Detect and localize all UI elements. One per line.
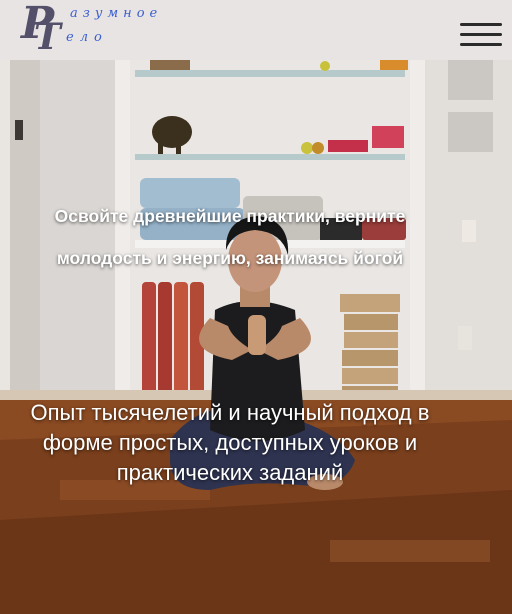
site-header: Р Т азумное ело	[0, 0, 512, 60]
hamburger-icon-line-2	[460, 33, 502, 36]
hamburger-icon-line-3	[460, 43, 502, 46]
logo-letter-t: Т	[34, 16, 61, 58]
hero-background-photo	[0, 60, 512, 614]
menu-button[interactable]	[460, 23, 502, 51]
hamburger-icon	[460, 23, 502, 26]
hero-subtitle: Опыт тысячелетий и научный подход в форм…	[30, 400, 430, 485]
logo-word-telo: ело	[66, 30, 108, 45]
hero-title: Освойте древнейшие практики, верните мол…	[54, 206, 406, 268]
logo-word-razumnoe: азумное	[70, 6, 163, 21]
site-logo[interactable]: Р Т азумное ело	[16, 0, 196, 58]
hero-section: Освойте древнейшие практики, верните мол…	[0, 60, 512, 614]
